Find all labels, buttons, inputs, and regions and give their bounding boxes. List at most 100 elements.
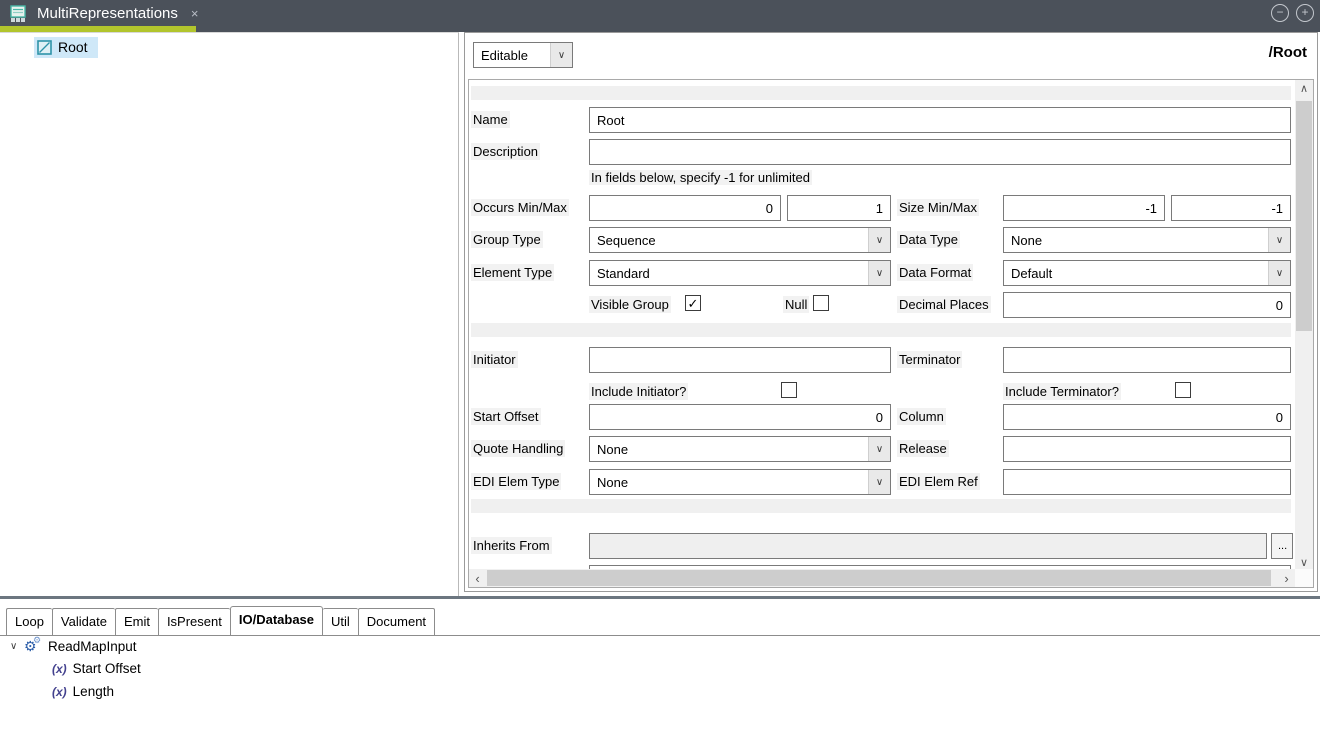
name-label: Name <box>471 111 510 128</box>
properties-form: Name Description In fields below, specif… <box>468 79 1314 588</box>
horizontal-scrollbar[interactable]: ‹ › <box>469 569 1295 587</box>
tab-loop[interactable]: Loop <box>6 608 52 635</box>
chevron-down-icon[interactable]: ∨ <box>868 437 890 461</box>
data-type-value: None <box>1004 228 1268 252</box>
release-input[interactable] <box>1003 436 1291 462</box>
editor-tab-title: MultiRepresentations <box>37 5 178 22</box>
variable-icon: (x) <box>52 685 67 699</box>
edi-elem-ref-input[interactable] <box>1003 469 1291 495</box>
element-type-select[interactable]: Standard ∨ <box>589 260 891 286</box>
tree-item-start-offset-label: Start Offset <box>73 661 141 676</box>
maximize-icon[interactable]: + <box>1296 4 1314 22</box>
decimal-places-label: Decimal Places <box>897 296 991 313</box>
include-initiator-checkbox[interactable] <box>781 382 797 398</box>
size-min-input[interactable] <box>1003 195 1165 221</box>
horizontal-sash[interactable] <box>0 596 1320 599</box>
start-offset-input[interactable] <box>589 404 891 430</box>
terminator-input[interactable] <box>1003 347 1291 373</box>
section-band <box>471 499 1291 513</box>
size-minmax-label: Size Min/Max <box>897 199 979 216</box>
minimize-icon[interactable]: − <box>1271 4 1289 22</box>
include-terminator-checkbox[interactable] <box>1175 382 1191 398</box>
scroll-left-icon[interactable]: ‹ <box>469 569 486 587</box>
edi-elem-type-select[interactable]: None ∨ <box>589 469 891 495</box>
section-band <box>471 323 1291 337</box>
properties-header: Editable ∨ /Root <box>465 33 1317 77</box>
description-label: Description <box>471 143 540 160</box>
data-type-select[interactable]: None ∨ <box>1003 227 1291 253</box>
decimal-places-input[interactable] <box>1003 292 1291 318</box>
edit-mode-select[interactable]: Editable ∨ <box>473 42 573 68</box>
inherits-from-input <box>589 533 1267 559</box>
tree-item-readmapinput[interactable]: ∨ ⚙ ⚙ ReadMapInput <box>10 638 137 655</box>
data-type-label: Data Type <box>897 231 960 248</box>
include-terminator-label: Include Terminator? <box>1003 383 1121 400</box>
root-node-icon <box>37 40 52 55</box>
null-label: Null <box>783 296 809 313</box>
occurs-minmax-label: Occurs Min/Max <box>471 199 569 216</box>
group-type-label: Group Type <box>471 231 543 248</box>
initiator-label: Initiator <box>471 351 518 368</box>
quote-handling-label: Quote Handling <box>471 440 565 457</box>
chevron-down-icon[interactable]: ∨ <box>868 470 890 494</box>
column-input[interactable] <box>1003 404 1291 430</box>
vertical-scrollbar[interactable]: ∧ ∨ <box>1295 80 1313 571</box>
chevron-down-icon[interactable]: ∨ <box>1268 261 1290 285</box>
tab-util[interactable]: Util <box>323 608 358 635</box>
name-input[interactable] <box>589 107 1291 133</box>
data-format-value: Default <box>1004 261 1268 285</box>
tree-item-start-offset[interactable]: (x) Start Offset <box>52 661 141 676</box>
data-format-select[interactable]: Default ∨ <box>1003 260 1291 286</box>
chevron-down-icon[interactable]: ∨ <box>550 43 572 67</box>
unlimited-note: In fields below, specify -1 for unlimite… <box>589 170 812 185</box>
scroll-right-icon[interactable]: › <box>1278 569 1295 587</box>
function-gears-icon: ⚙ ⚙ <box>24 638 43 655</box>
visible-group-label: Visible Group <box>589 296 671 313</box>
occurs-max-input[interactable] <box>787 195 891 221</box>
element-type-label: Element Type <box>471 264 554 281</box>
section-band <box>471 86 1291 100</box>
tree-item-length[interactable]: (x) Length <box>52 684 114 699</box>
group-type-value: Sequence <box>590 228 868 252</box>
visible-group-checkbox[interactable]: ✓ <box>685 295 701 311</box>
tab-ispresent[interactable]: IsPresent <box>158 608 230 635</box>
chevron-down-icon[interactable]: ∨ <box>10 641 24 652</box>
rule-tab-bar: Loop Validate Emit IsPresent IO/Database… <box>0 608 1320 636</box>
terminator-label: Terminator <box>897 351 962 368</box>
quote-handling-select[interactable]: None ∨ <box>589 436 891 462</box>
chevron-down-icon[interactable]: ∨ <box>868 261 890 285</box>
tree-item-root[interactable]: Root <box>34 37 98 58</box>
tab-document[interactable]: Document <box>358 608 435 635</box>
variable-icon: (x) <box>52 662 67 676</box>
scrollbar-corner <box>1295 569 1313 587</box>
tab-validate[interactable]: Validate <box>52 608 115 635</box>
tab-emit[interactable]: Emit <box>115 608 158 635</box>
browse-button[interactable]: ... <box>1271 533 1293 559</box>
application-window: MultiRepresentations × − + Root Editable… <box>0 0 1320 748</box>
scroll-up-icon[interactable]: ∧ <box>1295 80 1313 97</box>
null-checkbox[interactable] <box>813 295 829 311</box>
editor-tab[interactable]: MultiRepresentations × <box>0 0 209 27</box>
description-input[interactable] <box>589 139 1291 165</box>
editor-titlebar: MultiRepresentations × − + <box>0 0 1320 32</box>
vertical-scroll-thumb[interactable] <box>1296 101 1312 331</box>
element-type-value: Standard <box>590 261 868 285</box>
size-max-input[interactable] <box>1171 195 1291 221</box>
tree-item-readmapinput-label: ReadMapInput <box>48 639 137 654</box>
edit-mode-value: Editable <box>474 43 550 67</box>
occurs-min-input[interactable] <box>589 195 781 221</box>
schema-tree-panel: Root <box>0 32 459 596</box>
inherits-from-label: Inherits From <box>471 537 552 554</box>
chevron-down-icon[interactable]: ∨ <box>868 228 890 252</box>
close-icon[interactable]: × <box>191 6 199 21</box>
horizontal-scroll-thumb[interactable] <box>487 570 1271 586</box>
data-format-label: Data Format <box>897 264 973 281</box>
chevron-down-icon[interactable]: ∨ <box>1268 228 1290 252</box>
include-initiator-label: Include Initiator? <box>589 383 688 400</box>
tab-io-database[interactable]: IO/Database <box>230 606 323 635</box>
edi-elem-ref-label: EDI Elem Ref <box>897 473 980 490</box>
column-label: Column <box>897 408 946 425</box>
group-type-select[interactable]: Sequence ∨ <box>589 227 891 253</box>
initiator-input[interactable] <box>589 347 891 373</box>
tree-item-root-label: Root <box>58 39 88 55</box>
